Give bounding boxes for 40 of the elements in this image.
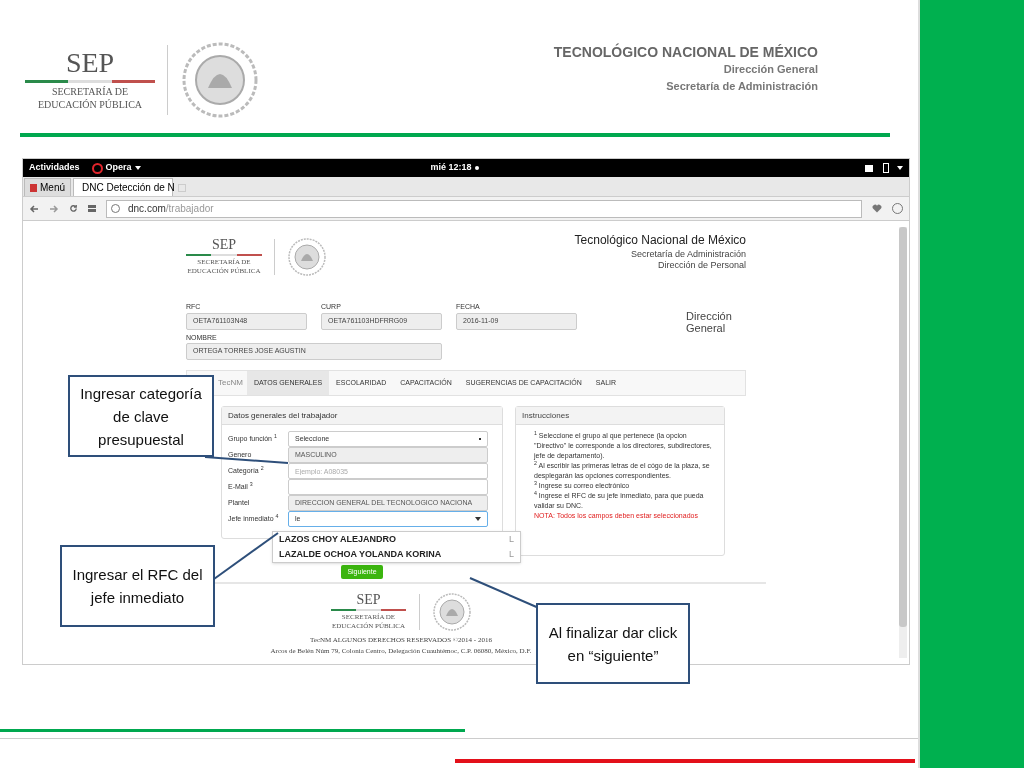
- org-title: TECNOLÓGICO NACIONAL DE MÉXICO: [553, 43, 818, 61]
- address-field[interactable]: dnc.com/trabajador: [106, 199, 862, 218]
- brand-link[interactable]: TecNM: [218, 377, 243, 389]
- page-title: Tecnológico Nacional de México: [574, 232, 746, 249]
- caret-icon: [897, 166, 903, 170]
- logo-acronym: SEP: [65, 49, 115, 77]
- callout-box: Al finalizar dar click en “siguiente”: [536, 603, 690, 684]
- leader-line: [213, 532, 279, 580]
- logo-subtitle: EDUCACIÓN PÚBLICA: [37, 98, 143, 111]
- seal-icon: [180, 40, 260, 120]
- panel-title: Instrucciones: [516, 407, 724, 425]
- clock: mié 12:18: [430, 161, 472, 175]
- heart-icon[interactable]: [872, 204, 882, 213]
- suggestion-item[interactable]: LAZOS CHOY ALEJANDRO L: [273, 532, 520, 547]
- browser-tab[interactable]: Menú: [24, 178, 71, 196]
- logo-acronym: SEP: [356, 593, 381, 608]
- logo-acronym: SEP: [211, 238, 237, 253]
- callout-box: Ingresar categoría de clave presupuestal: [68, 375, 214, 457]
- page-subtitle: Dirección de Personal: [657, 260, 746, 271]
- back-icon[interactable]: [29, 204, 39, 213]
- caret-icon: [134, 166, 141, 170]
- browser-tab[interactable]: DNC Detección de N: [73, 178, 173, 196]
- app-menu[interactable]: Opera: [105, 161, 141, 175]
- logo-subtitle: SECRETARÍA DE: [51, 86, 129, 99]
- page-subtitle: Secretaría de Administración: [630, 249, 746, 260]
- reload-icon[interactable]: [69, 204, 78, 213]
- input-field[interactable]: [288, 479, 488, 495]
- suggestion-item[interactable]: LAZALDE OCHOA YOLANDA KORINA L: [273, 547, 520, 562]
- activities-label: Actividades: [29, 161, 80, 175]
- seal-icon: [287, 237, 327, 277]
- side-title: Dirección General: [686, 310, 733, 336]
- grid-icon[interactable]: [88, 205, 96, 212]
- org-subtitle: Secretaría de Administración: [666, 79, 818, 94]
- forward-icon[interactable]: [49, 204, 59, 213]
- battery-icon: [883, 163, 889, 173]
- caret-icon: [475, 517, 481, 521]
- callout-box: Ingresar el RFC del jefe inmediato: [60, 545, 215, 627]
- panel-title: Datos generales del trabajador: [222, 407, 502, 425]
- seal-icon: [431, 592, 472, 632]
- org-subtitle: Dirección General: [723, 62, 818, 77]
